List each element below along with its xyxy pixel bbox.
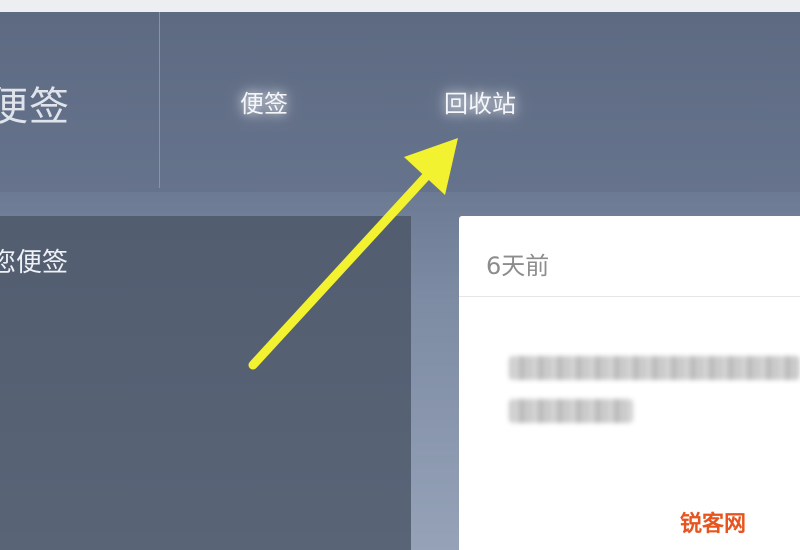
tab-recycle-bin[interactable]: 回收站 — [444, 84, 516, 119]
notes-list-title: 您便签 — [0, 248, 69, 278]
note-content-blurred-line — [509, 356, 800, 380]
watermark: 锐客网 — [680, 512, 747, 537]
note-timestamp: 6天前 — [486, 252, 550, 280]
note-content-blurred-line — [509, 399, 633, 423]
window-top-strip — [0, 0, 800, 12]
tab-notes[interactable]: 便签 — [240, 84, 288, 119]
header-divider — [159, 12, 160, 188]
app-title: 便签 — [0, 84, 70, 130]
notes-list-panel: 您便签 — [0, 216, 411, 550]
note-divider — [459, 296, 800, 297]
app-header — [0, 12, 800, 192]
note-card[interactable]: 6天前 — [459, 216, 800, 550]
